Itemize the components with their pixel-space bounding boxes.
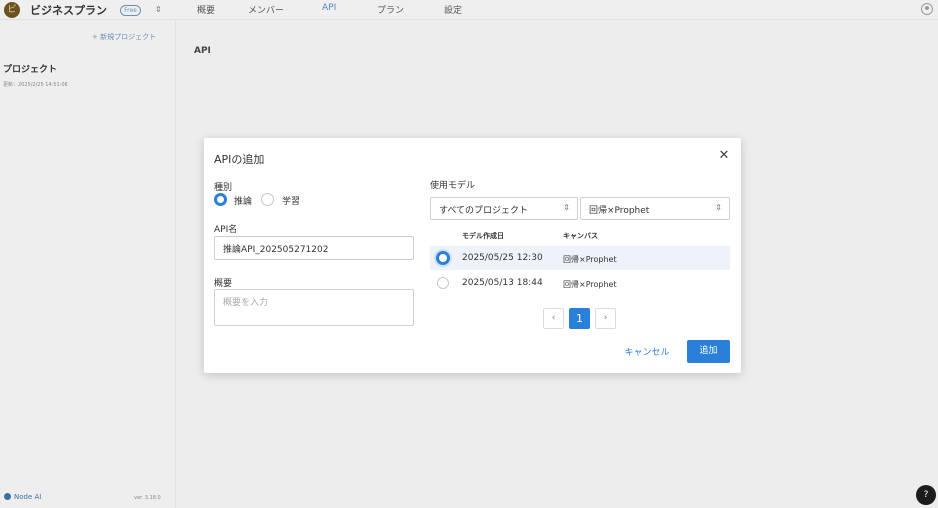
user-icon[interactable] [921,3,933,15]
canvas-select[interactable]: 回帰×Prophet ⇕ [580,197,730,220]
node-ai-logo: Node AI [4,493,41,501]
canvas-select-value: 回帰×Prophet [589,206,650,216]
tab-members[interactable]: メンバー [248,3,284,16]
radio-inference-label[interactable]: 推論 [234,194,252,207]
add-api-dialog: APIの追加 ✕ 種別 推論 学習 API名 推論API_20250527120… [204,138,741,373]
column-header-canvas: キャンバス [563,232,598,240]
add-button[interactable]: 追加 [687,340,730,363]
row-radio[interactable] [437,277,449,289]
summary-label: 概要 [214,279,233,289]
row-canvas: 回帰×Prophet [563,280,617,289]
tab-plan[interactable]: プラン [377,3,404,16]
prev-page-icon[interactable]: ‹ [543,308,564,329]
row-date: 2025/05/13 18:44 [462,278,543,288]
radio-inference[interactable] [214,193,227,206]
next-page-icon[interactable]: › [595,308,616,329]
version-label: ver. 3.18.0 [134,495,161,501]
column-header-created: モデル作成日 [462,232,504,240]
sidebar: + 新規プロジェクト プロジェクト 更新：2025/2/25 14:51:06 … [0,20,176,508]
row-canvas: 回帰×Prophet [563,255,617,264]
tab-settings[interactable]: 設定 [444,3,462,16]
cancel-button[interactable]: キャンセル [618,342,676,364]
api-name-input[interactable]: 推論API_202505271202 [214,236,414,260]
table-row[interactable]: 2025/05/13 18:44 回帰×Prophet [430,271,730,295]
select-chevron-icon: ⇕ [563,203,570,212]
api-name-label: API名 [214,225,238,235]
radio-training-label[interactable]: 学習 [282,194,300,207]
workspace-name[interactable]: ビジネスプラン [30,2,107,18]
project-title[interactable]: プロジェクト [3,62,57,75]
radio-training[interactable] [261,193,274,206]
summary-textarea[interactable]: 概要を入力 [214,289,414,326]
page-title: API [194,46,211,56]
table-row[interactable]: 2025/05/25 12:30 回帰×Prophet [430,246,730,270]
type-label: 種別 [214,183,233,193]
tab-api[interactable]: API [322,3,336,13]
dialog-title: APIの追加 [214,153,265,166]
row-date: 2025/05/25 12:30 [462,253,543,263]
new-project-link[interactable]: + 新規プロジェクト [92,32,156,42]
tab-overview[interactable]: 概要 [197,3,215,16]
project-select-value: すべてのプロジェクト [439,206,529,216]
brand-logo: ビ [4,2,20,18]
close-icon[interactable]: ✕ [717,149,731,163]
select-chevron-icon: ⇕ [715,203,722,212]
workspace-switch-icon[interactable]: ⇕ [155,3,162,17]
model-label: 使用モデル [430,181,476,191]
project-updated: 更新：2025/2/25 14:51:06 [3,82,68,88]
row-radio[interactable] [436,251,450,265]
project-select[interactable]: すべてのプロジェクト ⇕ [430,197,578,220]
page-1-button[interactable]: 1 [569,308,590,329]
top-bar: ビ ビジネスプラン Free ⇕ 概要 メンバー API プラン 設定 [0,0,938,20]
help-icon[interactable]: ? [916,485,936,505]
plan-badge: Free [120,5,141,16]
